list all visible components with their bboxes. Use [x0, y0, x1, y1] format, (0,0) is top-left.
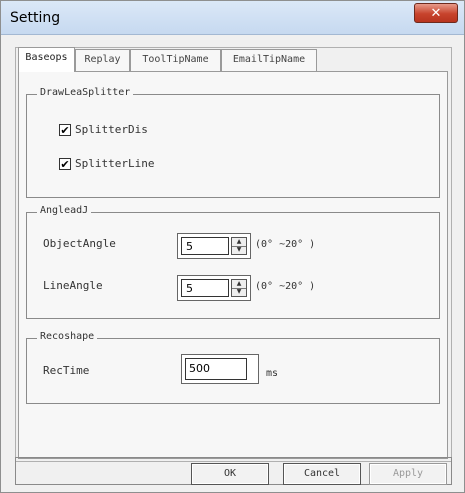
- window-title: Setting: [10, 10, 61, 26]
- check-icon: ✔: [59, 124, 71, 137]
- group-title: Recoshape: [37, 331, 98, 342]
- object-angle-label: ObjectAngle: [43, 237, 116, 250]
- angle-adjust-group: AngleadJ ObjectAngle 5 ▲ ▼ (0° ~20° ) Li…: [26, 205, 440, 319]
- line-angle-label: LineAngle: [43, 279, 103, 292]
- rectime-input[interactable]: 500: [185, 358, 247, 380]
- object-angle-spinner: 5 ▲ ▼: [177, 233, 251, 259]
- spin-down-icon[interactable]: ▼: [232, 288, 246, 296]
- tab-tooltipname[interactable]: ToolTipName: [130, 49, 221, 71]
- apply-button[interactable]: Apply: [369, 463, 447, 485]
- rectime-label: RecTime: [43, 364, 90, 377]
- cancel-button[interactable]: Cancel: [283, 463, 361, 485]
- checkbox-label: SplitterDis: [75, 123, 148, 136]
- spin-buttons: ▲ ▼: [231, 237, 247, 255]
- group-title: AngleadJ: [37, 205, 92, 216]
- tab-replay[interactable]: Replay: [75, 49, 130, 71]
- line-angle-range: (0° ~20° ): [255, 281, 316, 292]
- ok-button[interactable]: OK: [191, 463, 269, 485]
- object-angle-input[interactable]: 5: [181, 237, 229, 255]
- check-icon: ✔: [59, 158, 71, 171]
- spin-buttons: ▲ ▼: [231, 279, 247, 297]
- tab-emailtipname[interactable]: EmailTipName: [221, 49, 317, 71]
- title-bar[interactable]: Setting ✕: [1, 1, 464, 35]
- spin-down-icon[interactable]: ▼: [232, 246, 246, 254]
- line-angle-spinner: 5 ▲ ▼: [177, 275, 251, 301]
- recoshape-group: Recoshape RecTime 500 ms: [26, 331, 440, 404]
- tab-baseops[interactable]: Baseops: [18, 47, 75, 72]
- rectime-unit: ms: [266, 368, 279, 379]
- close-button[interactable]: ✕: [414, 3, 458, 23]
- rectime-field: 500: [181, 354, 259, 384]
- line-angle-input[interactable]: 5: [181, 279, 229, 297]
- settings-dialog: Setting ✕ Baseops Replay ToolTipName Ema…: [0, 0, 465, 493]
- object-angle-range: (0° ~20° ): [255, 239, 316, 250]
- close-icon: ✕: [430, 6, 442, 21]
- draw-splitter-group: DrawLeaSplitter ✔ SplitterDis ✔ Splitter…: [26, 87, 440, 198]
- checkbox-label: SplitterLine: [75, 157, 155, 170]
- group-title: DrawLeaSplitter: [37, 87, 134, 98]
